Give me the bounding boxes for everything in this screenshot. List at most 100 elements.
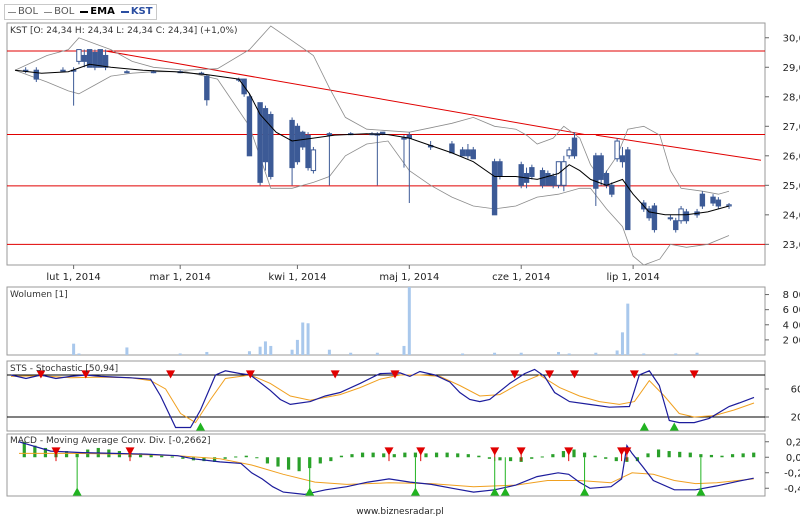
- volume-bar: [306, 323, 310, 355]
- candle-body: [603, 173, 610, 186]
- candle-body: [470, 149, 476, 160]
- candle-body: [97, 49, 103, 68]
- candle-body: [310, 149, 317, 172]
- volume-bar: [567, 353, 571, 355]
- candle-body: [60, 69, 66, 72]
- price-panel-title: KST [O: 24,34 H: 24,34 L: 24,34 C: 24,34…: [10, 26, 238, 36]
- volume-bar: [247, 351, 251, 355]
- candle-body: [598, 155, 604, 180]
- macd-histogram-bar: [170, 456, 174, 458]
- volume-bar: [402, 345, 406, 355]
- volume-bar: [594, 352, 598, 355]
- candle-body: [76, 49, 82, 62]
- macd-ytick-label: -0,20: [784, 468, 800, 479]
- macd-ytick-label: 0,20: [786, 437, 800, 448]
- volume-ytick-label: 8 000: [783, 290, 800, 301]
- macd-histogram-bar: [614, 457, 618, 462]
- volume-bar: [674, 353, 678, 355]
- macd-histogram-bar: [572, 449, 576, 458]
- volume-bar: [77, 353, 81, 355]
- price-ytick-label: 27,00: [783, 122, 800, 133]
- macd-histogram-bar: [667, 451, 671, 458]
- macd-histogram-bar: [286, 457, 291, 470]
- volume-ytick-label: 6 000: [783, 305, 800, 316]
- candle-body: [566, 149, 572, 157]
- legend: BOL BOL EMA KST: [4, 4, 157, 20]
- stochastic-ytick-label: 20: [791, 413, 800, 424]
- volume-bar: [301, 322, 305, 355]
- macd-histogram-bar: [709, 454, 714, 458]
- legend-item-bol-lower[interactable]: BOL: [44, 5, 74, 19]
- price-ytick-label: 26,00: [783, 151, 800, 162]
- footer-source[interactable]: www.biznesradar.pl: [0, 507, 800, 517]
- macd-histogram-bar: [350, 454, 354, 458]
- macd-histogram-bar: [339, 455, 344, 458]
- candle-body: [593, 155, 599, 189]
- macd-histogram-bar: [582, 452, 587, 458]
- macd-histogram-bar: [360, 452, 365, 458]
- macd-histogram-bar: [265, 457, 270, 464]
- candle-body: [150, 71, 157, 74]
- volume-panel-frame: [6, 286, 766, 356]
- macd-ytick-label: 0,00: [786, 453, 800, 464]
- macd-histogram-bar: [487, 457, 492, 459]
- candle-body: [497, 161, 503, 177]
- price-xtick-label: kwi 1, 2014: [268, 272, 326, 283]
- macd-ytick-label: -0,40: [784, 484, 800, 495]
- candle-body: [246, 96, 253, 157]
- candle-body: [305, 134, 311, 169]
- volume-bar: [72, 343, 76, 355]
- price-xtick-label: maj 1, 2014: [379, 272, 439, 283]
- candle-body: [609, 184, 615, 195]
- macd-histogram-bar: [392, 454, 396, 458]
- macd-histogram-bar: [403, 452, 407, 458]
- macd-histogram-bar: [371, 452, 375, 458]
- candle-body: [33, 69, 40, 80]
- macd-histogram-bar: [530, 457, 534, 459]
- macd-histogram-bar: [456, 453, 460, 458]
- candle-body: [619, 155, 626, 163]
- candle-body: [262, 108, 269, 163]
- candle-body: [614, 140, 620, 160]
- candle-body: [550, 175, 556, 186]
- macd-histogram-bar: [276, 457, 280, 467]
- candle-body: [465, 149, 471, 157]
- candle-body: [699, 193, 706, 207]
- macd-histogram-bar: [699, 454, 703, 458]
- price-ytick-label: 29,00: [783, 63, 800, 74]
- legend-item-bol-upper[interactable]: BOL: [8, 5, 38, 19]
- candle-body: [204, 75, 210, 101]
- volume-bar: [461, 353, 465, 355]
- volume-panel-title: Wolumen [1]: [10, 290, 68, 300]
- macd-histogram-bar: [688, 452, 692, 458]
- candle-body: [289, 119, 295, 169]
- volume-bar: [205, 351, 209, 355]
- price-xtick-label: lip 1, 2014: [606, 272, 659, 283]
- candle-body: [102, 54, 109, 68]
- candle-body: [449, 143, 455, 154]
- macd-histogram-bar: [413, 452, 418, 458]
- candle-body: [667, 217, 674, 220]
- candle-body: [491, 161, 498, 216]
- legend-item-kst[interactable]: KST: [120, 5, 153, 19]
- price-ytick-label: 30,00: [783, 33, 800, 44]
- volume-bar: [327, 349, 331, 355]
- stochastic-ytick-label: 60: [791, 385, 800, 396]
- candle-body: [124, 71, 130, 74]
- macd-histogram-bar: [678, 451, 682, 458]
- volume-bar: [290, 349, 294, 355]
- candle-body: [673, 220, 679, 231]
- volume-bar: [178, 353, 182, 355]
- candle-body: [561, 161, 567, 186]
- macd-histogram-bar: [730, 454, 735, 458]
- candle-body: [401, 137, 407, 140]
- macd-histogram-bar: [234, 456, 238, 458]
- candle-body: [710, 196, 716, 204]
- volume-bar: [258, 346, 262, 355]
- macd-histogram-bar: [382, 453, 386, 458]
- macd-histogram-bar: [741, 453, 745, 458]
- candle-body: [81, 54, 87, 62]
- macd-histogram-bar: [498, 457, 502, 461]
- volume-bar: [263, 341, 267, 355]
- legend-item-ema[interactable]: EMA: [80, 5, 115, 19]
